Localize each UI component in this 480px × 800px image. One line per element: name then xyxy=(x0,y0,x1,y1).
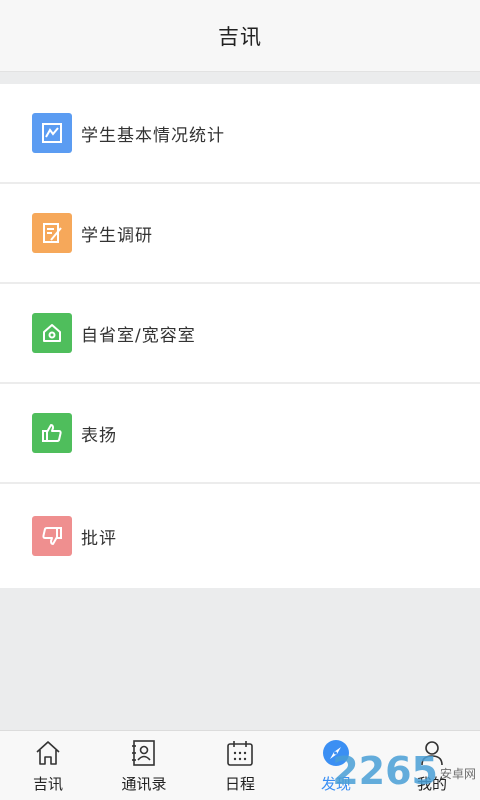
tab-mine[interactable]: 我的 xyxy=(384,731,480,800)
tab-label: 通讯录 xyxy=(121,775,167,793)
tab-discover[interactable]: 发现 xyxy=(288,731,384,800)
discover-menu: 学生基本情况统计 学生调研 自省室/宽容室 表扬 批评 xyxy=(0,84,480,588)
menu-item-label: 自省室/宽容室 xyxy=(81,325,196,346)
person-icon xyxy=(416,737,448,769)
house-icon xyxy=(32,313,72,353)
menu-item-label: 学生调研 xyxy=(81,225,153,246)
thumbs-up-icon xyxy=(32,413,72,453)
thumbs-down-icon xyxy=(32,516,72,556)
menu-item-student-stats[interactable]: 学生基本情况统计 xyxy=(0,84,480,184)
tab-schedule[interactable]: 日程 xyxy=(192,731,288,800)
tab-label: 发现 xyxy=(320,775,351,793)
home-icon xyxy=(32,737,64,769)
chart-icon xyxy=(32,113,72,153)
menu-item-label: 批评 xyxy=(81,528,117,549)
tab-contacts[interactable]: 通讯录 xyxy=(96,731,192,800)
tab-jixun[interactable]: 吉讯 xyxy=(0,731,96,800)
app-header: 吉讯 xyxy=(0,0,480,72)
menu-item-label: 表扬 xyxy=(81,425,117,446)
contacts-icon xyxy=(128,737,160,769)
menu-item-student-survey[interactable]: 学生调研 xyxy=(0,184,480,284)
compass-icon xyxy=(320,737,352,769)
tab-label: 日程 xyxy=(224,775,255,793)
tab-label: 我的 xyxy=(416,775,447,793)
page-title: 吉讯 xyxy=(218,24,262,49)
menu-item-label: 学生基本情况统计 xyxy=(81,125,225,146)
menu-item-reflection-room[interactable]: 自省室/宽容室 xyxy=(0,284,480,384)
bottom-tab-bar: 吉讯 通讯录 日程 发现 我的 xyxy=(0,730,480,800)
menu-item-criticism[interactable]: 批评 xyxy=(0,484,480,588)
survey-edit-icon xyxy=(32,213,72,253)
calendar-icon xyxy=(224,737,256,769)
menu-item-praise[interactable]: 表扬 xyxy=(0,384,480,484)
tab-label: 吉讯 xyxy=(32,775,63,793)
